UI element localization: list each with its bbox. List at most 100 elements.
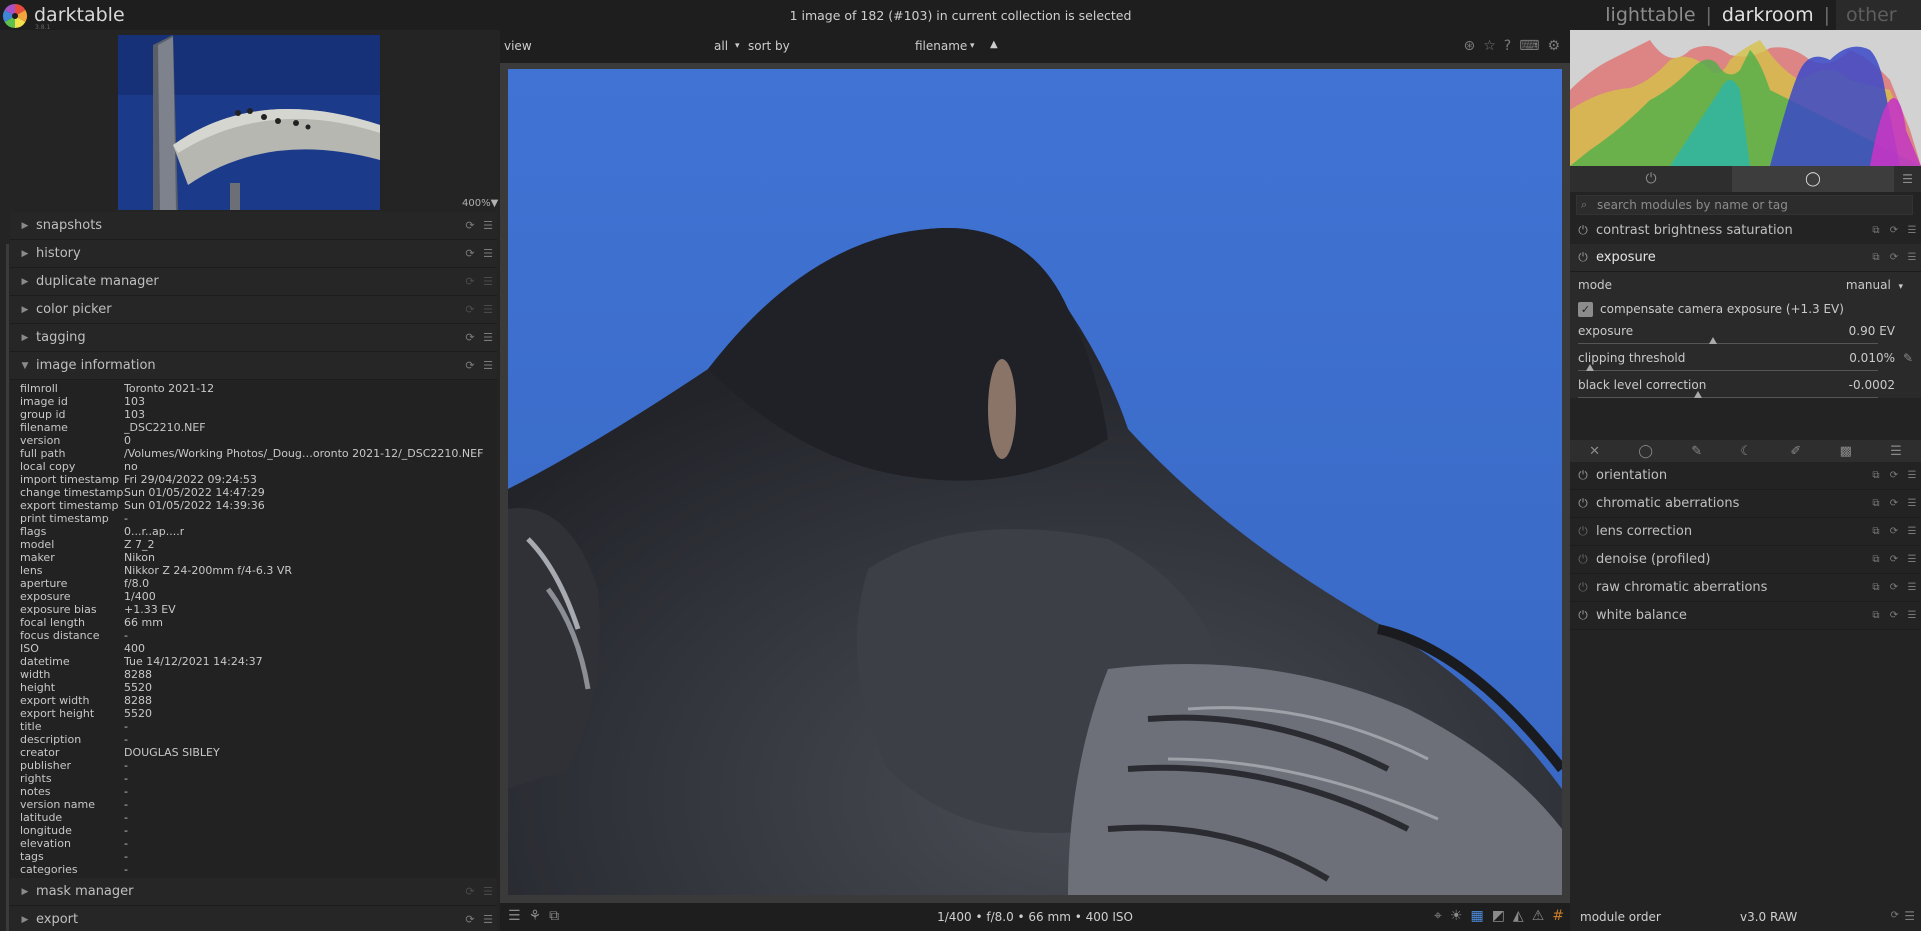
mode-row[interactable]: mode manual ▾ [1578, 278, 1913, 292]
view-lighttable[interactable]: lighttable [1597, 4, 1703, 26]
view-darkroom[interactable]: darkroom [1714, 4, 1822, 26]
power-icon[interactable]: ⏻ [1570, 468, 1596, 483]
multi-instance-icon[interactable]: ⧉ [1867, 498, 1885, 509]
presets-icon[interactable]: ☰ [1903, 498, 1921, 509]
all-modules-tab[interactable]: ◯ [1732, 166, 1894, 192]
sort-field[interactable]: filename [915, 39, 967, 53]
presets-icon[interactable]: ☰ [479, 303, 497, 316]
keyboard-icon[interactable]: ⌨ [1519, 38, 1539, 54]
multi-instance-icon[interactable]: ⧉ [1867, 252, 1885, 263]
softproof-icon[interactable]: ◩ [1492, 908, 1505, 924]
grouping-icon[interactable]: ⊛ [1463, 38, 1475, 54]
drawn-parametric-mask-icon[interactable]: ✐ [1790, 444, 1801, 459]
compensate-checkbox[interactable]: ✓ [1578, 302, 1593, 317]
multi-instance-icon[interactable]: ⧉ [1867, 225, 1885, 236]
reset-icon[interactable]: ⟳ [1885, 470, 1903, 481]
reset-icon[interactable]: ⟳ [461, 359, 479, 372]
black-level-slider-knob[interactable] [1694, 391, 1702, 398]
module-raw-chromatic-aberrations[interactable]: ⏻ raw chromatic aberrations ⧉ ⟳ ☰ [1570, 574, 1921, 602]
presets-icon[interactable]: ☰ [1903, 582, 1921, 593]
active-modules-tab[interactable]: ⏻ [1570, 166, 1732, 192]
power-icon[interactable]: ⏻ [1570, 608, 1596, 623]
presets-icon[interactable]: ☰ [479, 331, 497, 344]
presets-icon[interactable]: ☰ [1903, 610, 1921, 621]
presets-icon[interactable]: ☰ [1890, 444, 1902, 459]
module-denoise-profiled[interactable]: ⏻ denoise (profiled) ⧉ ⟳ ☰ [1570, 546, 1921, 574]
color-picker-icon[interactable]: ✎ [1903, 351, 1913, 365]
multi-instance-icon[interactable]: ⧉ [1867, 526, 1885, 537]
filter-all[interactable]: all [714, 39, 728, 53]
reset-icon[interactable]: ⟳ [461, 331, 479, 344]
module-white-balance[interactable]: ⏻ white balance ⧉ ⟳ ☰ [1570, 602, 1921, 630]
presets-icon[interactable]: ☰ [479, 219, 497, 232]
focus-peaking-icon[interactable]: ⌖ [1434, 908, 1442, 924]
blend-off-icon[interactable]: ✕ [1589, 444, 1600, 459]
clipping-slider[interactable] [1578, 364, 1878, 371]
module-snapshots[interactable]: ▶ snapshots ⟳ ☰ [10, 212, 497, 240]
exposure-slider-row[interactable]: exposure 0.90 EV [1578, 324, 1913, 338]
power-icon[interactable]: ⏻ [1570, 580, 1596, 595]
presets-icon[interactable]: ☰ [479, 913, 497, 926]
iso12646-icon[interactable]: ☀ [1450, 908, 1463, 924]
multi-instance-icon[interactable]: ⧉ [1867, 582, 1885, 593]
zoom-level[interactable]: 400%▼ [462, 198, 498, 209]
presets-icon[interactable]: ☰ [479, 359, 497, 372]
raster-mask-icon[interactable]: ▩ [1840, 444, 1852, 459]
exposure-slider-knob[interactable] [1709, 337, 1717, 344]
module-exposure[interactable]: ⏻ exposure ⧉ ⟳ ☰ [1570, 244, 1921, 272]
clipping-slider-knob[interactable] [1586, 364, 1594, 371]
gear-icon[interactable]: ⚙ [1547, 38, 1560, 54]
reset-icon[interactable]: ⟳ [461, 913, 479, 926]
multi-instance-icon[interactable]: ⧉ [1867, 554, 1885, 565]
presets-icon[interactable]: ☰ [479, 275, 497, 288]
reset-icon[interactable]: ⟳ [461, 275, 479, 288]
black-level-slider-row[interactable]: black level correction -0.0002 [1578, 378, 1913, 392]
color-assessment-icon[interactable]: ▦ [1470, 908, 1483, 924]
module-contrast-brightness-saturation[interactable]: ⏻ contrast brightness saturation ⧉ ⟳ ☰ [1570, 217, 1921, 245]
parametric-mask-icon[interactable]: ☾ [1740, 444, 1752, 459]
module-orientation[interactable]: ⏻ orientation ⧉ ⟳ ☰ [1570, 462, 1921, 490]
presets-icon[interactable]: ☰ [1904, 909, 1915, 923]
reset-icon[interactable]: ⟳ [1891, 910, 1899, 921]
view-other[interactable]: other ▼ [1836, 0, 1921, 30]
presets-icon[interactable]: ☰ [1894, 166, 1921, 192]
reset-icon[interactable]: ⟳ [1885, 526, 1903, 537]
multi-instance-icon[interactable]: ⧉ [1867, 610, 1885, 621]
power-icon[interactable]: ⏻ [1570, 496, 1596, 511]
reset-icon[interactable]: ⟳ [1885, 582, 1903, 593]
module-lens-correction[interactable]: ⏻ lens correction ⧉ ⟳ ☰ [1570, 518, 1921, 546]
module-search-input[interactable]: ⌕ search modules by name or tag [1576, 195, 1913, 215]
module-order-value[interactable]: v3.0 RAW [1740, 910, 1797, 924]
reset-icon[interactable]: ⟳ [1885, 498, 1903, 509]
raw-overexposed-icon[interactable]: # [1552, 908, 1564, 924]
module-image-information[interactable]: ▼ image information ⟳ ☰ [10, 352, 497, 380]
multi-instance-icon[interactable]: ⧉ [1867, 470, 1885, 481]
navigator-thumbnail[interactable] [118, 35, 380, 210]
exposure-slider[interactable] [1578, 337, 1878, 344]
left-scrollbar[interactable] [6, 244, 9, 931]
presets-icon[interactable]: ☰ [1903, 526, 1921, 537]
reset-icon[interactable]: ⟳ [1885, 252, 1903, 263]
power-icon[interactable]: ⏻ [1570, 223, 1596, 238]
presets-icon[interactable]: ☰ [479, 247, 497, 260]
module-tagging[interactable]: ▶ tagging ⟳ ☰ [10, 324, 497, 352]
chevron-down-icon[interactable]: ▾ [970, 41, 975, 51]
presets-icon[interactable]: ☰ [1903, 252, 1921, 263]
power-icon[interactable]: ⏻ [1570, 250, 1596, 265]
module-history[interactable]: ▶ history ⟳ ☰ [10, 240, 497, 268]
overexposed-warning-icon[interactable]: ⚠ [1532, 908, 1545, 924]
reset-icon[interactable]: ⟳ [461, 219, 479, 232]
presets-icon[interactable]: ☰ [1903, 554, 1921, 565]
help-icon[interactable]: ? [1504, 38, 1511, 54]
module-chromatic-aberrations[interactable]: ⏻ chromatic aberrations ⧉ ⟳ ☰ [1570, 490, 1921, 518]
reset-icon[interactable]: ⟳ [461, 247, 479, 260]
presets-icon[interactable]: ☰ [1903, 225, 1921, 236]
histogram[interactable] [1570, 30, 1921, 166]
reset-icon[interactable]: ⟳ [461, 303, 479, 316]
navigator[interactable]: 400%▼ [0, 30, 505, 212]
reset-icon[interactable]: ⟳ [461, 885, 479, 898]
reset-icon[interactable]: ⟳ [1885, 225, 1903, 236]
sort-direction-icon[interactable]: ▲ [990, 39, 998, 50]
chevron-down-icon[interactable]: ▾ [735, 41, 740, 51]
presets-icon[interactable]: ☰ [479, 885, 497, 898]
